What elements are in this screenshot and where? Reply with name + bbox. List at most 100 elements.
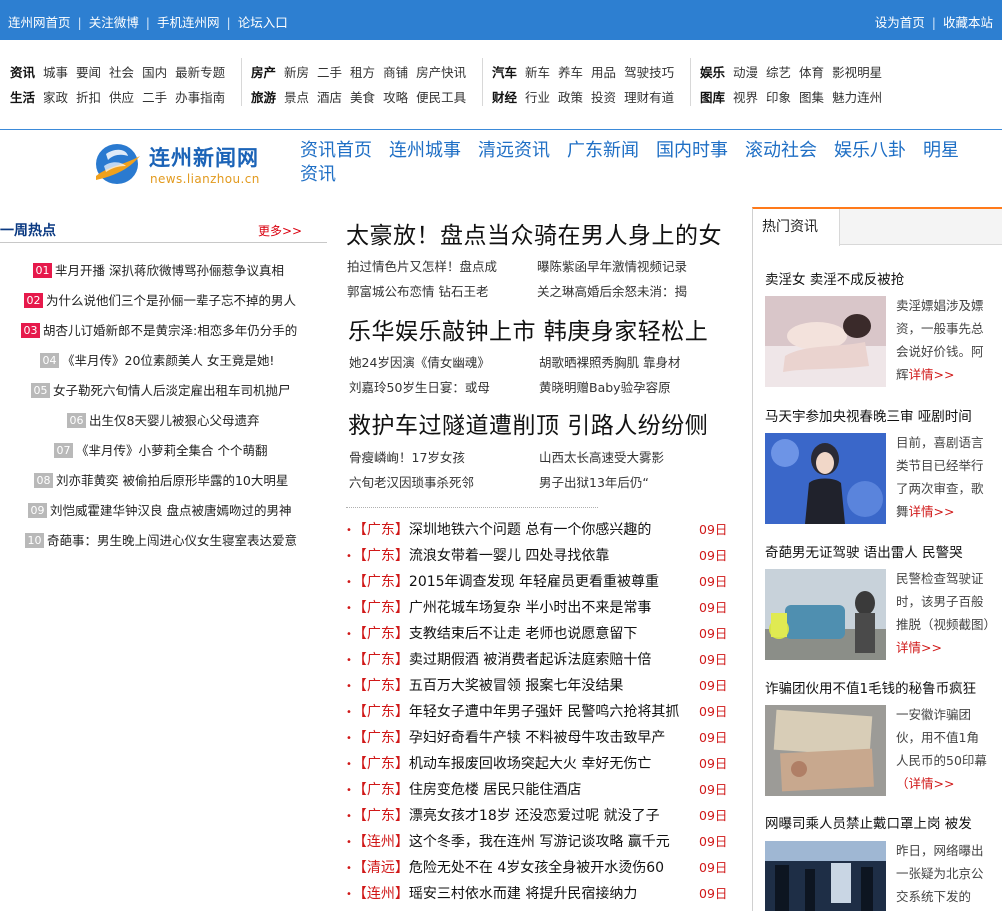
table-row[interactable]: •【广东】机动车报废回收场突起大火 幸好无伤亡 09日: [346, 751, 727, 777]
hot-item-thumbnail[interactable]: [765, 705, 886, 796]
list-item[interactable]: 10 奇葩事：男生晚上闯进心仪女生寝室表达爱意: [25, 530, 297, 550]
headline-sublink[interactable]: 骨瘦嶙峋！17岁女孩: [349, 447, 465, 466]
table-row[interactable]: •【广东】五百万大奖被冒领 报案七年没结果 09日: [346, 673, 727, 699]
table-row[interactable]: •【连州】瑶安三村依水而建 将提升民宿接纳力 09日: [346, 881, 727, 907]
top-link-forum[interactable]: 论坛入口: [238, 15, 288, 30]
main-nav-item[interactable]: 清远资讯: [478, 139, 550, 163]
headline-sublink[interactable]: 她24岁因演《倩女幽魂》: [349, 352, 490, 371]
channel-link[interactable]: 养车: [558, 60, 583, 85]
details-link[interactable]: 详情>>: [909, 504, 955, 519]
set-homepage-link[interactable]: 设为首页: [875, 15, 925, 30]
channel-link[interactable]: 租方: [350, 60, 375, 85]
table-row[interactable]: •【广东】卖过期假酒 被消费者起诉法庭索赔十倍 09日: [346, 647, 727, 673]
site-logo[interactable]: 连州新闻网 news.lianzhou.cn: [88, 136, 288, 192]
channel-link[interactable]: 印象: [766, 85, 791, 110]
main-nav-item[interactable]: 明星: [923, 139, 959, 163]
channel-link[interactable]: 国内: [142, 60, 167, 85]
channel-link[interactable]: 美食: [350, 85, 375, 110]
channel-link[interactable]: 影视明星: [832, 60, 882, 85]
channel-link[interactable]: 视界: [733, 85, 758, 110]
headline-sublink[interactable]: 拍过情色片又怎样！盘点成: [347, 256, 497, 275]
details-link[interactable]: 详情>>: [909, 367, 955, 382]
channel-link[interactable]: 综艺: [766, 60, 791, 85]
channel-link[interactable]: 供应: [109, 85, 134, 110]
channel-link[interactable]: 景点: [284, 85, 309, 110]
channel-head[interactable]: 图库: [700, 85, 725, 110]
list-item[interactable]: 09 刘恺威霍建华钟汉良 盘点被唐嫣吻过的男神: [28, 500, 291, 520]
headline-sublink[interactable]: 曝陈紫函早年激情视频记录: [537, 256, 687, 275]
table-row[interactable]: •【广东】孕妇好奇看牛产犊 不料被母牛攻击致早产 09日: [346, 725, 727, 751]
headline-sublink[interactable]: 刘嘉玲50岁生日宴：或母: [349, 377, 490, 396]
list-item[interactable]: 01 芈月开播 深扒蒋欣微博骂孙俪惹争议真相: [33, 260, 284, 280]
channel-head[interactable]: 生活: [10, 85, 35, 110]
channel-head[interactable]: 娱乐: [700, 60, 725, 85]
headline-sublink[interactable]: 胡歌晒裸照秀胸肌 靠身材: [539, 352, 680, 371]
hot-item-title[interactable]: 卖淫女 卖淫不成反被抢: [765, 268, 904, 288]
headline-sublink[interactable]: 男子出狱13年后仍“: [539, 472, 649, 491]
headline-sublink[interactable]: 黄晓明赠Baby验孕容原: [539, 377, 671, 396]
channel-link[interactable]: 要闻: [76, 60, 101, 85]
table-row[interactable]: •【广东】支教结束后不让走 老师也说愿意留下 09日: [346, 621, 727, 647]
table-row[interactable]: •【广东】深圳地铁六个问题 总有一个你感兴趣的 09日: [346, 517, 727, 543]
hot-item-title[interactable]: 马天宇参加央视春晚三审 哑剧时间: [765, 405, 972, 425]
channel-link[interactable]: 理财有道: [624, 85, 674, 110]
list-item[interactable]: 05 女子勒死六旬情人后淡定雇出租车司机抛尸: [31, 380, 291, 400]
hot-item-thumbnail[interactable]: [765, 296, 886, 387]
channel-link[interactable]: 投资: [591, 85, 616, 110]
channel-head[interactable]: 汽车: [492, 60, 517, 85]
channel-link[interactable]: 家政: [43, 85, 68, 110]
channel-link[interactable]: 二手: [142, 85, 167, 110]
hot-item-title[interactable]: 奇葩男无证驾驶 语出雷人 民警哭: [765, 541, 963, 561]
main-nav-item[interactable]: 滚动社会: [745, 139, 817, 163]
table-row[interactable]: •【广东】2015年调查发现 年轻雇员更看重被尊重 09日: [346, 569, 727, 595]
headline-title[interactable]: 救护车过隧道遭削顶 引路人纷纷侧: [348, 406, 708, 440]
list-item[interactable]: 04 《芈月传》20位素颜美人 女王竟是她!: [40, 350, 274, 370]
main-nav-item[interactable]: 连州城事: [389, 139, 461, 163]
table-row[interactable]: •【广东】年轻女子遭中年男子强奸 民警鸣六抢将其抓 09日: [346, 699, 727, 725]
channel-head[interactable]: 旅游: [251, 85, 276, 110]
channel-link[interactable]: 体育: [799, 60, 824, 85]
table-row[interactable]: •【广东】广州花城车场复杂 半小时出不来是常事 09日: [346, 595, 727, 621]
channel-link[interactable]: 商铺: [383, 60, 408, 85]
list-item[interactable]: 07 《芈月传》小萝莉全集合 个个萌翻: [54, 440, 267, 460]
list-item[interactable]: 06 出生仅8天婴儿被狠心父母遗弃: [67, 410, 259, 430]
channel-link[interactable]: 驾驶技巧: [624, 60, 674, 85]
table-row[interactable]: •【广东】流浪女带着一婴儿 四处寻找依靠 09日: [346, 543, 727, 569]
channel-link[interactable]: 便民工具: [416, 85, 466, 110]
channel-link[interactable]: 攻略: [383, 85, 408, 110]
channel-link[interactable]: 用品: [591, 60, 616, 85]
headline-sublink[interactable]: 郭富城公布恋情 钻石王老: [347, 281, 488, 300]
channel-link[interactable]: 折扣: [76, 85, 101, 110]
details-link[interactable]: 详情>>: [896, 640, 942, 655]
table-row[interactable]: •【广东】住房变危楼 居民只能住酒店 09日: [346, 777, 727, 803]
main-nav-item[interactable]: 国内时事: [656, 139, 728, 163]
main-nav-item[interactable]: 资讯首页: [300, 139, 372, 163]
channel-link[interactable]: 新车: [525, 60, 550, 85]
headline-sublink[interactable]: 关之琳高婚后余怒未消：揭: [537, 281, 687, 300]
hot-item-thumbnail[interactable]: [765, 569, 886, 660]
channel-link[interactable]: 动漫: [733, 60, 758, 85]
hot-item-title[interactable]: 诈骗团伙用不值1毛钱的秘鲁币疯狂: [765, 677, 976, 697]
channel-head[interactable]: 资讯: [10, 60, 35, 85]
top-link-weibo[interactable]: 关注微博: [89, 15, 139, 30]
table-row[interactable]: •【清远】危险无处不在 4岁女孩全身被开水烫伤60 09日: [346, 855, 727, 881]
bookmark-link[interactable]: 收藏本站: [943, 15, 993, 30]
headline-sublink[interactable]: 山西太长高速受大雾影: [539, 447, 664, 466]
details-link[interactable]: （详情>>: [896, 776, 954, 791]
list-item[interactable]: 08 刘亦菲黄奕 被偷拍后原形毕露的10大明星: [34, 470, 288, 490]
headline-title[interactable]: 乐华娱乐敲钟上市 韩庚身家轻松上: [348, 312, 708, 346]
main-nav-item[interactable]: 资讯: [300, 163, 985, 187]
channel-head[interactable]: 房产: [251, 60, 276, 85]
top-link-home[interactable]: 连州网首页: [8, 15, 71, 30]
channel-link[interactable]: 城事: [43, 60, 68, 85]
channel-link[interactable]: 房产快讯: [416, 60, 466, 85]
channel-link[interactable]: 行业: [525, 85, 550, 110]
headline-sublink[interactable]: 六旬老汉因琐事杀死邻: [349, 472, 474, 491]
channel-link[interactable]: 魅力连州: [832, 85, 882, 110]
hot-item-title[interactable]: 网曝司乘人员禁止戴口罩上岗 被发: [765, 812, 972, 832]
channel-link[interactable]: 图集: [799, 85, 824, 110]
tab-hot-info[interactable]: 热门资讯: [753, 209, 840, 246]
channel-link[interactable]: 酒店: [317, 85, 342, 110]
headline-title[interactable]: 太豪放！盘点当众骑在男人身上的女: [346, 216, 722, 250]
channel-link[interactable]: 二手: [317, 60, 342, 85]
